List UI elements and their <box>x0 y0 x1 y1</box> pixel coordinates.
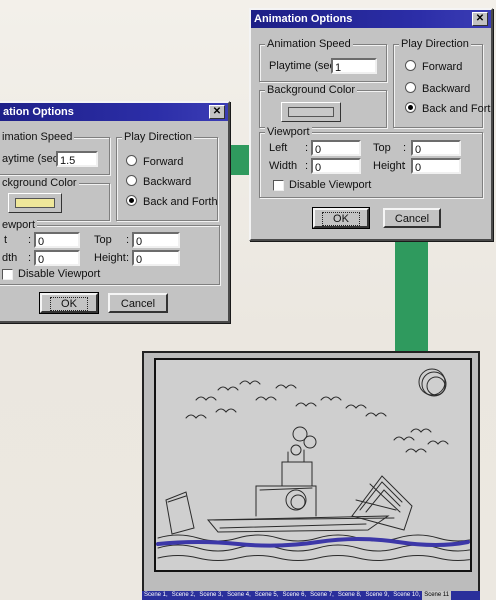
scene-tab[interactable]: Scene 10, <box>391 591 422 600</box>
left-colon: : <box>28 234 32 246</box>
scene-tab[interactable]: Scene 5, <box>253 591 281 600</box>
connector-vertical <box>395 238 428 352</box>
background-color-button[interactable] <box>8 193 62 213</box>
background-color-button[interactable] <box>281 102 341 122</box>
radio-backward-label: Backward <box>143 176 192 188</box>
left-label: t <box>4 234 8 246</box>
radio-forward[interactable]: Forward <box>126 155 183 168</box>
radio-dot-selected <box>126 195 137 206</box>
sketch-canvas[interactable] <box>154 358 472 572</box>
width-colon: : <box>28 252 32 264</box>
disable-viewport-checkbox[interactable] <box>2 269 13 280</box>
radio-dot <box>405 82 416 93</box>
top-input[interactable]: 0 <box>132 232 180 248</box>
radio-dot <box>126 155 137 166</box>
playtime-input[interactable]: 1.5 <box>56 151 98 167</box>
width-input[interactable]: 0 <box>311 158 361 174</box>
scene-tab[interactable]: Scene 8, <box>336 591 364 600</box>
background-color-swatch <box>288 107 334 117</box>
cancel-button[interactable]: Cancel <box>108 293 168 313</box>
radio-backward[interactable]: Backward <box>405 82 470 95</box>
width-label: Width <box>269 160 298 172</box>
height-label: Height <box>373 160 405 172</box>
scene-tab[interactable]: Scene 2, <box>170 591 198 600</box>
radio-forward-label: Forward <box>143 156 184 168</box>
ok-button-label: OK <box>50 297 88 311</box>
dialog-title: ation Options <box>3 106 74 118</box>
scene-tab[interactable]: Scene 3, <box>197 591 225 600</box>
radio-back-and-forth[interactable]: Back and Forth <box>126 195 218 208</box>
radio-dot <box>126 175 137 186</box>
scene-tab[interactable]: Scene 9, <box>364 591 392 600</box>
width-input[interactable]: 0 <box>34 250 80 266</box>
scene-tab-bar: Scene 1, Scene 2, Scene 3, Scene 4, Scene 5,… <box>142 591 480 600</box>
animation-speed-label: Animation Speed <box>265 38 353 50</box>
animation-options-dialog-left: ation Options ✕ imation Speed aytime (se… <box>0 101 230 323</box>
animation-speed-label: imation Speed <box>0 131 75 143</box>
scene-tab[interactable]: Scene 7, <box>308 591 336 600</box>
ok-button[interactable]: OK <box>312 207 370 229</box>
dialog-titlebar[interactable]: Animation Options <box>251 10 491 28</box>
top-label: Top <box>373 142 391 154</box>
animation-preview-window <box>142 351 480 593</box>
height-colon: : <box>403 160 407 172</box>
height-label: Height <box>94 252 126 264</box>
left-label: Left <box>269 142 288 154</box>
top-label: Top <box>94 234 112 246</box>
width-colon: : <box>305 160 309 172</box>
radio-back-and-forth-label: Back and Forth <box>143 196 218 208</box>
scene-tab[interactable]: Scene 1, <box>142 591 170 600</box>
cancel-button[interactable]: Cancel <box>383 208 441 228</box>
radio-dot-selected <box>405 102 416 113</box>
playtime-input[interactable]: 1 <box>331 58 377 74</box>
disable-viewport-label: Disable Viewport <box>18 268 101 280</box>
viewport-label: ewport <box>0 219 38 231</box>
left-input[interactable]: 0 <box>34 232 80 248</box>
dialog-titlebar[interactable]: ation Options <box>0 103 228 121</box>
viewport-label: Viewport <box>265 126 312 138</box>
background-color-swatch <box>15 198 55 208</box>
scene-tab[interactable]: Scene 6, <box>280 591 308 600</box>
radio-backward-label: Backward <box>422 83 471 95</box>
radio-forward-label: Forward <box>422 61 463 73</box>
height-colon: : <box>126 252 130 264</box>
boat-sketch-drawing <box>156 368 470 561</box>
radio-backward[interactable]: Backward <box>126 175 191 188</box>
top-input[interactable]: 0 <box>411 140 461 156</box>
disable-viewport-checkbox[interactable] <box>273 180 284 191</box>
close-button[interactable]: ✕ <box>209 105 225 119</box>
width-label: dth <box>2 252 18 264</box>
ok-button[interactable]: OK <box>39 292 99 314</box>
play-direction-label: Play Direction <box>122 131 194 143</box>
scene-tab-current[interactable]: Scene 11 <box>422 591 452 600</box>
left-input[interactable]: 0 <box>311 140 361 156</box>
radio-forward[interactable]: Forward <box>405 60 462 73</box>
background-color-label: ckground Color <box>0 177 79 189</box>
top-colon: : <box>403 142 407 154</box>
top-colon: : <box>126 234 130 246</box>
close-button[interactable]: ✕ <box>472 12 488 26</box>
height-input[interactable]: 0 <box>132 250 180 266</box>
disable-viewport-label: Disable Viewport <box>289 179 372 191</box>
height-input[interactable]: 0 <box>411 158 461 174</box>
ok-button-label: OK <box>322 212 360 226</box>
scene-tab[interactable]: Scene 4, <box>225 591 253 600</box>
animation-options-dialog-right: Animation Options ✕ Animation Speed Play… <box>249 8 493 241</box>
radio-dot <box>405 60 416 71</box>
play-direction-label: Play Direction <box>399 38 471 50</box>
radio-back-and-forth[interactable]: Back and Forth <box>405 102 493 115</box>
background-color-label: Background Color <box>265 84 358 96</box>
radio-back-and-forth-label: Back and Forth <box>422 103 493 115</box>
dialog-title: Animation Options <box>254 13 353 25</box>
left-colon: : <box>305 142 309 154</box>
